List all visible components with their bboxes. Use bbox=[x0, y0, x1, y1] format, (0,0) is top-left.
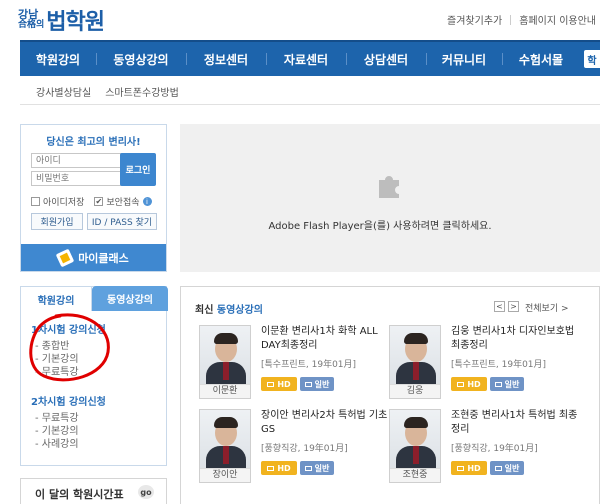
hd-button[interactable]: HD bbox=[451, 461, 487, 475]
monitor-icon bbox=[457, 381, 465, 387]
subnav-instructor-counsel[interactable]: 강사별상담실 bbox=[36, 84, 91, 99]
flash-placeholder[interactable]: Adobe Flash Player을(를) 사용하려면 클릭하세요. bbox=[180, 124, 600, 272]
site-header: 강남 合格의 법학원 즐겨찾기추가 홈페이지 이용안내 bbox=[0, 0, 600, 40]
logo-big-text: 법학원 bbox=[46, 10, 105, 35]
nav-video-lectures[interactable]: 동영상강의 bbox=[96, 42, 186, 76]
latest-videos-panel: 최신 동영상강의 < > 전체보기 > 이문환 이문환 변리사1차 화학 ALL… bbox=[180, 286, 600, 504]
go-button[interactable]: go bbox=[138, 485, 154, 499]
join-button[interactable]: 회원가입 bbox=[31, 213, 83, 230]
password-input[interactable] bbox=[31, 171, 132, 186]
group-second-exam-title[interactable]: 2차시험 강의신청 bbox=[31, 393, 106, 408]
latest-videos-title: 최신 동영상강의 bbox=[195, 305, 263, 316]
tab-video-lectures[interactable]: 동영상강의 bbox=[92, 286, 168, 311]
video-meta: [풍향직강, 19年01月] bbox=[451, 444, 538, 454]
instructor-photo: 장이안 bbox=[199, 409, 251, 483]
nav-counsel-center[interactable]: 상담센터 bbox=[346, 42, 426, 76]
nav-bookstore[interactable]: 수험서몰 bbox=[502, 42, 580, 76]
bookmark-link[interactable]: 즐겨찾기추가 bbox=[447, 12, 502, 27]
myclass-button[interactable]: 마이클래스 bbox=[21, 244, 166, 271]
nav-academy-lectures[interactable]: 학원강의 bbox=[20, 42, 96, 76]
main-nav: 학원강의 동영상강의 정보센터 자료센터 상담센터 커뮤니티 수험서몰 학 bbox=[20, 40, 600, 76]
next-arrow-button[interactable]: > bbox=[508, 301, 519, 312]
secure-login-label: 보안접속 bbox=[106, 198, 140, 208]
subnav-divider bbox=[20, 104, 600, 105]
monitor-icon bbox=[267, 381, 275, 387]
see-all-link[interactable]: 전체보기 > bbox=[525, 301, 569, 314]
monitor-icon bbox=[304, 465, 312, 471]
video-card[interactable]: 이문환 이문환 변리사1차 화학 ALL DAY최종정리 [특수프린트, 19年… bbox=[199, 325, 395, 405]
nav-info-center[interactable]: 정보센터 bbox=[186, 42, 266, 76]
instructor-name: 장이안 bbox=[200, 468, 250, 482]
hd-button[interactable]: HD bbox=[261, 461, 297, 475]
id-input[interactable] bbox=[31, 153, 132, 168]
puzzle-icon bbox=[379, 176, 399, 198]
hd-button[interactable]: HD bbox=[451, 377, 487, 391]
monthly-schedule-label: 이 달의 학원시간표 bbox=[35, 487, 124, 501]
secure-login-checkbox[interactable]: ✔ bbox=[94, 197, 104, 206]
monitor-icon bbox=[304, 381, 312, 387]
hd-button[interactable]: HD bbox=[261, 377, 297, 391]
monitor-icon bbox=[457, 465, 465, 471]
video-card[interactable]: 조현중 조현중 변리사1차 특허법 최종정리 [풍향직강, 19年01月] HD… bbox=[389, 409, 585, 489]
video-title[interactable]: 이문환 변리사1차 화학 ALL DAY최종정리 bbox=[261, 325, 391, 353]
video-meta: [특수프린트, 19年01月] bbox=[261, 360, 357, 370]
normal-button[interactable]: 일반 bbox=[490, 461, 524, 475]
login-button[interactable]: 로그인 bbox=[120, 153, 156, 186]
normal-button[interactable]: 일반 bbox=[300, 461, 334, 475]
monthly-schedule[interactable]: 이 달의 학원시간표 go bbox=[20, 478, 167, 504]
monitor-icon bbox=[494, 381, 502, 387]
flash-message: Adobe Flash Player을(를) 사용하려면 클릭하세요. bbox=[268, 221, 492, 232]
instructor-name: 이문환 bbox=[200, 384, 250, 398]
login-options: 아이디저장 ✔ 보안접속 i bbox=[31, 195, 171, 208]
instructor-name: 김웅 bbox=[390, 384, 440, 398]
top-links: 즐겨찾기추가 홈페이지 이용안내 bbox=[447, 12, 596, 27]
instructor-name: 조현중 bbox=[390, 468, 440, 482]
myclass-label: 마이클래스 bbox=[78, 251, 129, 265]
find-account-button[interactable]: ID / PASS 찾기 bbox=[87, 213, 157, 230]
info-icon[interactable]: i bbox=[142, 197, 152, 206]
video-card[interactable]: 장이안 장이안 변리사2차 특허법 기초GS [풍향직강, 19年01月] HD… bbox=[199, 409, 395, 489]
video-card[interactable]: 김웅 김웅 변리사1차 디자인보호법 최종정리 [특수프린트, 19年01月] … bbox=[389, 325, 585, 405]
pencil-icon bbox=[55, 248, 75, 267]
nav-lang-tab[interactable]: 학 bbox=[584, 50, 600, 68]
tab-academy-lectures[interactable]: 학원강의 bbox=[20, 286, 92, 311]
save-id-label: 아이디저장 bbox=[43, 198, 85, 208]
instructor-photo: 이문환 bbox=[199, 325, 251, 399]
nav-data-center[interactable]: 자료센터 bbox=[266, 42, 346, 76]
nav-community[interactable]: 커뮤니티 bbox=[426, 42, 502, 76]
login-panel: 당신은 최고의 변리사! 로그인 아이디저장 ✔ 보안접속 i 회원가입 ID … bbox=[20, 124, 167, 272]
subnav-smartphone-guide[interactable]: 스마트폰수강방법 bbox=[105, 84, 179, 99]
sub-nav: 강사별상담실 스마트폰수강방법 bbox=[20, 78, 600, 104]
video-meta: [풍향직강, 19年01月] bbox=[261, 444, 348, 454]
second-exam-case[interactable]: - 사례강의 bbox=[35, 435, 79, 450]
annotation-circle bbox=[29, 313, 110, 382]
instructor-photo: 조현중 bbox=[389, 409, 441, 483]
monitor-icon bbox=[494, 465, 502, 471]
video-title[interactable]: 김웅 변리사1차 디자인보호법 최종정리 bbox=[451, 325, 581, 353]
logo-small-top: 강남 bbox=[18, 8, 39, 21]
monitor-icon bbox=[267, 465, 275, 471]
login-title: 당신은 최고의 변리사! bbox=[46, 137, 141, 148]
guide-link[interactable]: 홈페이지 이용안내 bbox=[519, 12, 596, 27]
normal-button[interactable]: 일반 bbox=[490, 377, 524, 391]
site-logo[interactable]: 강남 合格의 법학원 bbox=[18, 4, 105, 36]
video-title[interactable]: 조현중 변리사1차 특허법 최종정리 bbox=[451, 409, 581, 437]
video-title[interactable]: 장이안 변리사2차 특허법 기초GS bbox=[261, 409, 391, 437]
normal-button[interactable]: 일반 bbox=[300, 377, 334, 391]
logo-small-bottom: 合格의 bbox=[18, 20, 45, 30]
prev-arrow-button[interactable]: < bbox=[494, 301, 505, 312]
video-meta: [특수프린트, 19年01月] bbox=[451, 360, 547, 370]
save-id-checkbox[interactable] bbox=[31, 197, 40, 206]
top-link-divider bbox=[510, 14, 512, 25]
instructor-photo: 김웅 bbox=[389, 325, 441, 399]
